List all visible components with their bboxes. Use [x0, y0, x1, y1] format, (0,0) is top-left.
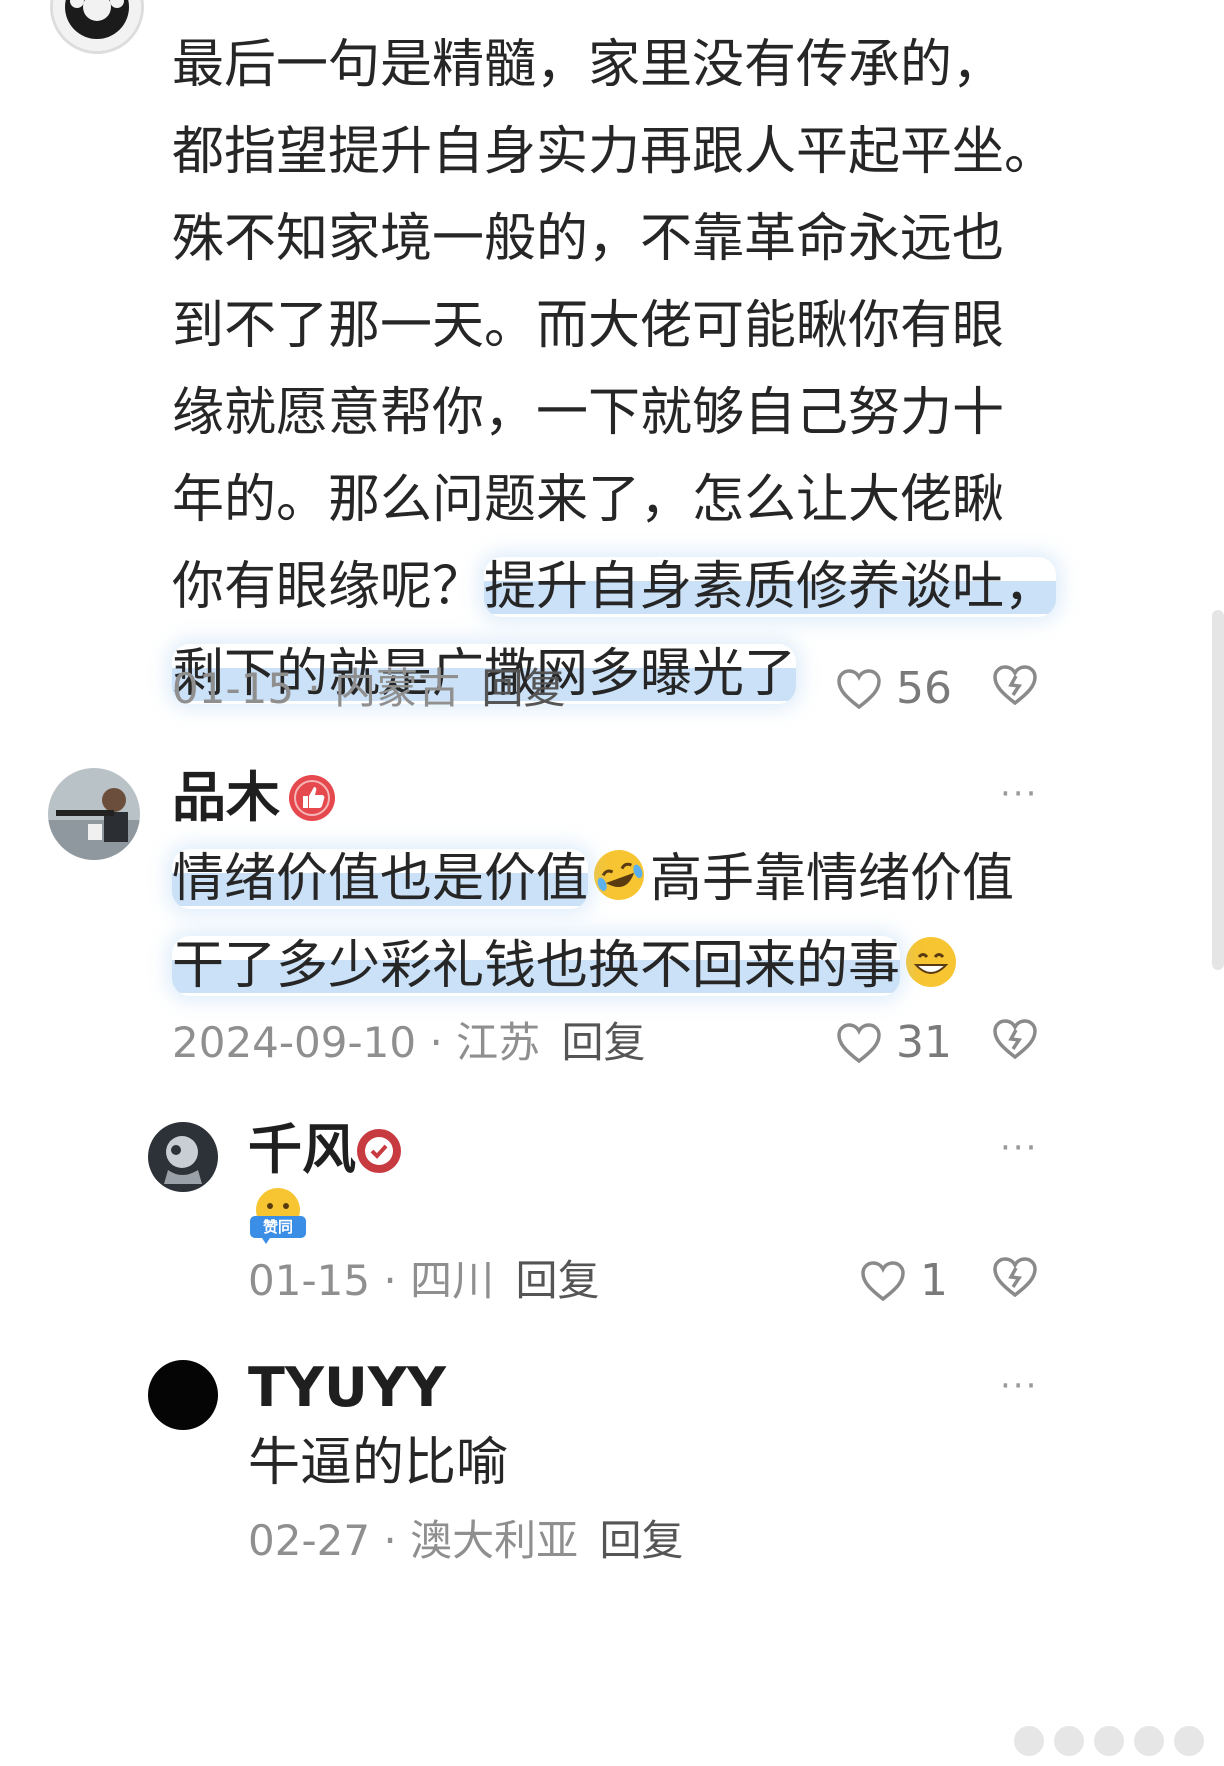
watermark-dot — [1054, 1726, 1084, 1756]
dislike-button[interactable] — [992, 1256, 1038, 1302]
reply-button[interactable]: 回复 — [562, 1018, 646, 1067]
comment-date: 01-15 — [248, 1256, 371, 1305]
thumbs-up-badge-icon — [288, 774, 336, 826]
avatar-image — [53, 0, 141, 51]
dislike-button[interactable] — [992, 664, 1038, 710]
comment-1-line: 都指望提升自身实力再跟人平起平坐。 — [172, 122, 1057, 182]
like-button[interactable]: 31 — [836, 1018, 952, 1068]
meta-separator: · — [383, 1256, 397, 1305]
avatar-image — [148, 1122, 218, 1192]
dislike-button[interactable] — [992, 1018, 1038, 1064]
reply-button[interactable]: 回复 — [516, 1256, 600, 1305]
avatar-image — [48, 768, 140, 860]
comment-1-line: 最后一句是精髓，家里没有传承的， — [172, 35, 1005, 95]
more-options-button[interactable]: ··· — [1000, 784, 1038, 804]
comment-location: 内蒙古 — [334, 664, 461, 713]
heart-icon — [837, 1023, 881, 1064]
comment-2-highlight-segment: 干了多少彩礼钱也换不回来的事 — [172, 936, 901, 996]
username[interactable]: 品木 — [172, 768, 280, 828]
comment-date: 01-15 — [172, 664, 295, 713]
reply-button[interactable]: 回复 — [600, 1516, 684, 1565]
like-count: 56 — [896, 663, 952, 714]
heart-icon — [837, 669, 881, 710]
heart-icon — [861, 1261, 905, 1302]
like-count: 1 — [920, 1255, 948, 1306]
comment-1-text: 最后一句是精髓，家里没有传承的， 都指望提升自身实力再跟人平起平坐。 殊不知家境… — [172, 22, 1057, 718]
watermark-dot — [1134, 1726, 1164, 1756]
comment-location: 澳大利亚 — [410, 1516, 579, 1565]
like-count: 31 — [896, 1017, 952, 1068]
meta-separator: · — [307, 664, 321, 713]
avatar-tyuyy[interactable] — [148, 1360, 218, 1430]
watermark-dot — [1094, 1726, 1124, 1756]
comment-1-line: 你有眼缘呢？提升自身素质修养谈吐， — [172, 544, 1057, 631]
broken-heart-icon — [993, 665, 1037, 706]
comment-2-line: 干了多少彩礼钱也换不回来的事 — [172, 923, 1014, 1010]
broken-heart-icon — [993, 1257, 1037, 1298]
scrollbar[interactable] — [1212, 610, 1224, 970]
comment-2-line: 情绪价值也是价值 高手靠情绪价值 — [172, 836, 1014, 923]
comment-4-meta: 02-27 · 澳大利亚 回复 — [248, 1516, 684, 1566]
comment-date: 2024-09-10 — [172, 1018, 417, 1067]
comment-1-plain-segment: 你有眼缘呢？ — [172, 557, 485, 617]
broken-heart-icon — [993, 1019, 1037, 1060]
comment-1-highlight-segment: 提升自身素质修养谈吐， — [484, 557, 1057, 617]
comment-4-text: 牛逼的比喻 — [248, 1420, 508, 1507]
comment-1-line: 殊不知家境一般的，不靠革命永远也 — [172, 209, 1005, 269]
username[interactable]: 千风 — [248, 1120, 356, 1180]
watermark-dot — [1014, 1726, 1044, 1756]
comment-location: 江苏 — [456, 1018, 541, 1067]
agree-sticker: 赞同 — [248, 1186, 308, 1244]
more-options-button[interactable]: ··· — [1000, 1138, 1038, 1158]
comment-3-meta: 01-15 · 四川 回复 — [248, 1256, 600, 1306]
sticker-label: 赞同 — [262, 1218, 293, 1236]
reply-button[interactable]: 回复 — [482, 664, 566, 713]
like-button[interactable]: 1 — [860, 1256, 948, 1306]
comment-date: 02-27 — [248, 1516, 371, 1565]
username[interactable]: TYUYY — [248, 1358, 446, 1418]
avatar-top-user[interactable] — [50, 0, 144, 54]
comment-2-text: 情绪价值也是价值 高手靠情绪价值 干了多少彩礼钱也换不回来的事 — [172, 836, 1014, 1010]
comment-1-meta: 01-15 · 内蒙古 回复 — [172, 664, 566, 714]
comment-4-line: 牛逼的比喻 — [248, 1433, 509, 1493]
comment-1-line: 到不了那一天。而大佬可能瞅你有眼 — [172, 296, 1005, 356]
like-button[interactable]: 56 — [836, 664, 952, 714]
comment-location: 四川 — [410, 1256, 495, 1305]
more-options-button[interactable]: ··· — [1000, 1376, 1038, 1396]
meta-separator: · — [383, 1516, 397, 1565]
watermark-dot — [1174, 1726, 1204, 1756]
comment-1-line: 年的。那么问题来了，怎么让大佬瞅 — [172, 470, 1005, 530]
comment-1-line: 缘就愿意帮你，一下就够自己努力十 — [172, 383, 1005, 443]
comment-2-highlight-segment: 情绪价值也是价值 — [172, 849, 589, 909]
meta-separator: · — [429, 1018, 443, 1067]
rolling-laughing-emoji-icon — [592, 842, 646, 929]
comment-2-meta: 2024-09-10 · 江苏 回复 — [172, 1018, 646, 1068]
avatar-pinmu[interactable] — [48, 768, 140, 860]
verified-check-badge-icon — [356, 1128, 402, 1178]
comment-2-plain-segment: 高手靠情绪价值 — [650, 849, 1015, 909]
watermark-dots — [1014, 1726, 1204, 1756]
grinning-emoji-icon — [904, 929, 958, 1016]
avatar-qianfeng[interactable] — [148, 1122, 218, 1192]
